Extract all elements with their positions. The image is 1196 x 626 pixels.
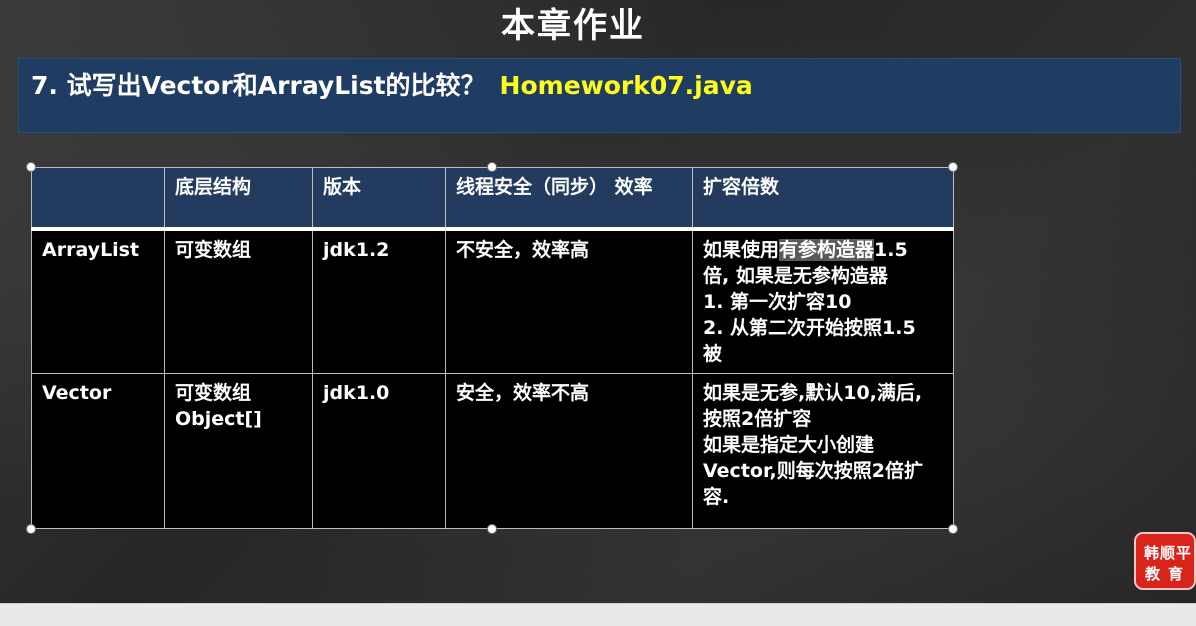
- comparison-table[interactable]: 底层结构 版本 线程安全（同步） 效率 扩容倍数 ArrayList 可变数组 …: [31, 167, 954, 529]
- header-cell-thread-safety: 线程安全（同步） 效率: [445, 167, 693, 230]
- homework-filename: Homework07.java: [499, 71, 753, 100]
- brand-logo: 韩顺平 教育: [1134, 532, 1196, 590]
- question-band: 7. 试写出Vector和ArrayList的比较？ Homework07.jav…: [18, 58, 1181, 133]
- header-cell-structure: 底层结构: [164, 167, 313, 230]
- chapter-title: 本章作业: [501, 6, 645, 46]
- resize-handle-bottom-left[interactable]: [26, 524, 36, 534]
- cell-vector-structure: 可变数组 Object[]: [164, 373, 313, 529]
- header-cell-growth: 扩容倍数: [692, 167, 954, 230]
- growth-prefix: 如果使用: [703, 239, 780, 261]
- header-cell-version: 版本: [312, 167, 446, 230]
- cell-arraylist-name: ArrayList: [31, 228, 165, 374]
- cell-vector-growth: 如果是无参,默认10,满后, 按照2倍扩容 如果是指定大小创建 Vector,则…: [692, 373, 954, 529]
- growth-line-3: 1. 第一次扩容10: [703, 291, 852, 313]
- logo-line-1: 韩顺平: [1143, 544, 1192, 562]
- vector-growth-line-1: 如果是无参,默认10,满后,: [703, 382, 923, 404]
- vector-growth-line-3: 如果是指定大小创建: [703, 434, 875, 456]
- table-row-vector: Vector 可变数组 Object[] jdk1.0 安全，效率不高 如果是无…: [31, 373, 954, 529]
- vector-structure-line-2: Object[]: [175, 408, 262, 430]
- growth-line-5: 被: [703, 343, 723, 365]
- resize-handle-bottom-middle[interactable]: [487, 524, 497, 534]
- resize-handle-bottom-right[interactable]: [948, 524, 958, 534]
- cell-arraylist-safety: 不安全，效率高: [445, 228, 693, 374]
- header-cell-empty: [31, 167, 165, 230]
- logo-line-2: 教育: [1144, 565, 1191, 583]
- growth-line-1: 1.5: [874, 239, 908, 261]
- question-label: 7. 试写出Vector和ArrayList的比较？: [31, 71, 486, 100]
- cell-arraylist-structure: 可变数组: [164, 228, 313, 374]
- cell-arraylist-growth: 如果使用有参构造器1.5 倍, 如果是无参构造器 1. 第一次扩容10 2. 从…: [692, 228, 954, 374]
- vector-growth-line-2: 按照2倍扩容: [703, 408, 812, 430]
- cell-arraylist-version: jdk1.2: [312, 228, 446, 374]
- vector-growth-line-5: 容.: [703, 486, 730, 508]
- growth-line-4: 2. 从第二次开始按照1.5: [703, 317, 916, 339]
- question-text: 7. 试写出Vector和ArrayList的比较？ Homework07.jav…: [31, 66, 753, 102]
- cell-vector-version: jdk1.0: [312, 373, 446, 529]
- growth-line-2: 倍, 如果是无参构造器: [703, 265, 888, 287]
- cell-vector-safety: 安全，效率不高: [445, 373, 693, 529]
- table-row-arraylist: ArrayList 可变数组 jdk1.2 不安全，效率高 如果使用有参构造器1…: [31, 228, 954, 374]
- resize-handle-top-right[interactable]: [948, 162, 958, 172]
- resize-handle-top-left[interactable]: [26, 162, 36, 172]
- vector-structure-line-1: 可变数组: [175, 382, 252, 404]
- text-selection-highlight[interactable]: 有参构造器: [779, 239, 875, 261]
- resize-handle-top-middle[interactable]: [487, 162, 497, 172]
- bottom-status-bar: [0, 603, 1196, 626]
- slide-background: 本章作业 7. 试写出Vector和ArrayList的比较？ Homework0…: [0, 0, 1196, 603]
- cell-vector-name: Vector: [31, 373, 165, 529]
- table-header-row: 底层结构 版本 线程安全（同步） 效率 扩容倍数: [31, 167, 954, 230]
- vector-growth-line-4: Vector,则每次按照2倍扩: [703, 460, 923, 482]
